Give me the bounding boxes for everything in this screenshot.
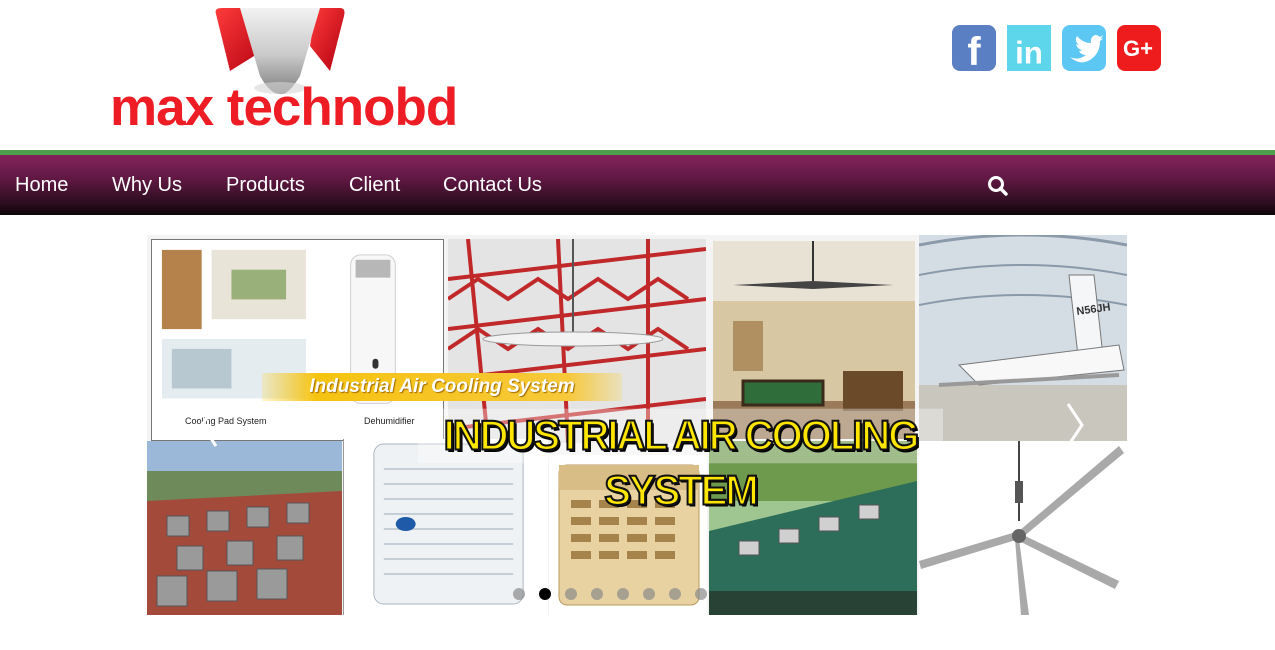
facebook-icon[interactable]: f (952, 25, 996, 71)
nav-home[interactable]: Home (15, 174, 68, 196)
slider-next-arrow[interactable] (1062, 400, 1088, 450)
slide-tile-big-fan (919, 441, 1127, 615)
slider-dot[interactable] (565, 588, 577, 600)
search-icon[interactable] (987, 175, 1009, 197)
slider-dot[interactable] (513, 588, 525, 600)
nav-client[interactable]: Client (349, 174, 400, 196)
collage-label-dehumidifier: Dehumidifier (364, 416, 415, 426)
site-header: max technobd f in G+ (0, 0, 1275, 150)
main-nav: Home Why Us Products Client Contact Us (0, 155, 1275, 215)
linkedin-icon[interactable]: in (1007, 25, 1051, 71)
site-logo[interactable]: max technobd (110, 6, 458, 137)
svg-text:in: in (1015, 36, 1043, 71)
slide-tile-cooling-pad (151, 239, 444, 441)
slider-dot[interactable] (643, 588, 655, 600)
twitter-icon[interactable] (1062, 25, 1106, 71)
slider-dot[interactable] (669, 588, 681, 600)
slide-tile-rooftop-coolers (147, 441, 342, 615)
slider-dot-active[interactable] (539, 588, 551, 600)
svg-text:f: f (967, 30, 981, 71)
slider-dot[interactable] (591, 588, 603, 600)
slider-dot[interactable] (695, 588, 707, 600)
nav-products[interactable]: Products (226, 174, 305, 196)
nav-contact-us[interactable]: Contact Us (443, 174, 542, 196)
slide-caption-small: Industrial Air Cooling System (262, 373, 622, 401)
google-plus-icon[interactable]: G+ (1117, 25, 1161, 71)
slider-dot[interactable] (617, 588, 629, 600)
slide-tile-hangar-plane: N56JH (919, 235, 1127, 441)
slide-caption-big: INDUSTRIAL AIR COOLING SYSTEM (418, 408, 943, 515)
slider-prev-arrow[interactable] (196, 400, 222, 450)
nav-why-us[interactable]: Why Us (112, 174, 182, 196)
logo-text: max technobd (110, 78, 458, 137)
svg-text:G+: G+ (1123, 36, 1153, 61)
